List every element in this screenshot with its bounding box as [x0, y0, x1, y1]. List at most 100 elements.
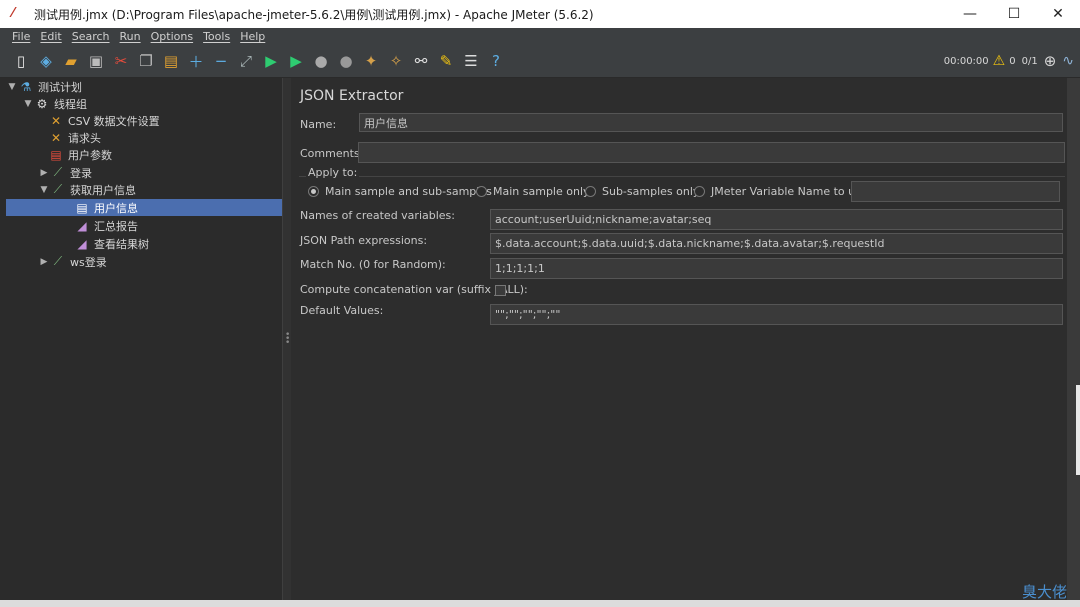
panel-title: JSON Extractor	[300, 88, 404, 104]
menu-help[interactable]: Help	[240, 30, 265, 43]
radio-unselected-icon[interactable]	[585, 186, 596, 197]
match-no-field[interactable]: 1;1;1;1;1	[490, 258, 1063, 279]
tree-node-label: 线程组	[54, 97, 87, 111]
default-values-field[interactable]: "";"";"";"";""	[490, 304, 1063, 325]
shutdown-icon[interactable]: ●	[335, 50, 357, 72]
chart-icon: ◢	[77, 218, 87, 233]
tree-node-label: 测试计划	[38, 80, 82, 94]
start-no-pauses-icon[interactable]: ▶	[285, 50, 307, 72]
menu-tools[interactable]: Tools	[203, 30, 230, 43]
tree-node-summary-report[interactable]: ◢ 汇总报告	[6, 217, 282, 234]
collapse-icon[interactable]: −	[210, 50, 232, 72]
clear-icon[interactable]: ✦	[360, 50, 382, 72]
flask-icon: ⚗	[20, 79, 32, 94]
tree-node-label: 查看结果树	[94, 237, 149, 251]
tree-node-label: 用户参数	[68, 148, 112, 162]
wrench-icon: ✕	[50, 113, 62, 128]
expand-caret-icon[interactable]: ▼	[22, 99, 34, 109]
watermark-text: 臭大佬	[1022, 583, 1068, 601]
extractor-document-icon: ▤	[76, 200, 88, 215]
window-controls: — ☐ ✕	[948, 0, 1080, 28]
right-edge-highlight	[1076, 385, 1080, 475]
tree-node-login[interactable]: ▶ ⟋ 登录	[6, 164, 282, 181]
new-icon[interactable]: ▯	[10, 50, 32, 72]
window-title: 测试用例.jmx (D:\Program Files\apache-jmeter…	[34, 7, 594, 22]
expand-icon[interactable]: ＋	[185, 50, 207, 72]
radio-unselected-icon[interactable]	[476, 186, 487, 197]
menu-options[interactable]: Options	[151, 30, 193, 43]
radio-jmeter-variable[interactable]: JMeter Variable Name to use	[694, 185, 868, 198]
radio-sub-only[interactable]: Sub-samples only	[585, 185, 699, 198]
collapse-caret-icon[interactable]: ▶	[38, 257, 50, 267]
title-bar: ⁄ 测试用例.jmx (D:\Program Files\apache-jmet…	[0, 0, 1080, 28]
save-icon[interactable]: ▣	[85, 50, 107, 72]
tree-node-get-user-info[interactable]: ▼ ⟋ 获取用户信息	[6, 181, 282, 198]
expand-caret-icon[interactable]: ▼	[38, 185, 50, 195]
tree-node-label: 用户信息	[94, 201, 138, 215]
templates-icon[interactable]: ◈	[35, 50, 57, 72]
drag-handle-icon[interactable]: • • •	[285, 331, 290, 348]
minimize-button[interactable]: —	[948, 0, 992, 28]
menu-search[interactable]: Search	[72, 30, 110, 43]
cut-icon[interactable]: ✂	[110, 50, 132, 72]
close-button[interactable]: ✕	[1036, 0, 1080, 28]
apply-to-label: Apply to:	[306, 166, 360, 179]
menu-edit[interactable]: Edit	[40, 30, 61, 43]
reset-search-icon[interactable]: ✎	[435, 50, 457, 72]
test-plan-tree: ▼ ⚗ 测试计划 ▼ ⚙ 线程组 ✕ CSV 数据文件设置 ✕ 请求头 ▤ 用户…	[6, 78, 282, 600]
warning-count: 0	[1009, 55, 1016, 67]
function-helper-icon[interactable]: ☰	[460, 50, 482, 72]
tree-node-label: 汇总报告	[94, 219, 138, 233]
log-icon[interactable]: ∿	[1062, 53, 1074, 69]
radio-main-only[interactable]: Main sample only	[476, 185, 590, 198]
copy-icon[interactable]: ❐	[135, 50, 157, 72]
tree-node-user-params[interactable]: ▤ 用户参数	[6, 146, 282, 163]
jmeter-variable-field[interactable]	[851, 181, 1060, 202]
menu-bar: File Edit Search Run Options Tools Help	[0, 28, 1080, 45]
jmeter-feather-icon: ⁄	[12, 6, 15, 21]
tree-node-label: CSV 数据文件设置	[68, 114, 160, 128]
match-no-label: Match No. (0 for Random):	[300, 258, 446, 271]
elapsed-timer: 00:00:00	[943, 55, 989, 67]
tree-node-result-tree[interactable]: ◢ 查看结果树	[6, 235, 282, 252]
maximize-button[interactable]: ☐	[992, 0, 1036, 28]
toolbar: ▯ ◈ ▰ ▣ ✂ ❐ ▤ ＋ − ⤢ ▶ ▶ ● ● ✦ ✧ ⚯ ✎ ☰ ? …	[0, 45, 1080, 78]
radio-label: Main sample only	[493, 185, 590, 198]
pipette-icon: ⟋	[53, 165, 63, 179]
json-path-field[interactable]: $.data.account;$.data.uuid;$.data.nickna…	[490, 233, 1063, 254]
tree-node-csv[interactable]: ✕ CSV 数据文件设置	[6, 112, 282, 129]
tree-node-thread-group[interactable]: ▼ ⚙ 线程组	[6, 95, 282, 112]
tree-node-label: ws登录	[70, 255, 107, 269]
toggle-icon[interactable]: ⤢	[235, 50, 257, 72]
start-icon[interactable]: ▶	[260, 50, 282, 72]
gear-icon: ⚙	[36, 96, 48, 111]
tree-node-ws-login[interactable]: ▶ ⟋ ws登录	[6, 253, 282, 270]
radio-selected-icon[interactable]	[308, 186, 319, 197]
collapse-caret-icon[interactable]: ▶	[38, 168, 50, 178]
search-icon[interactable]: ⚯	[410, 50, 432, 72]
clear-all-icon[interactable]: ✧	[385, 50, 407, 72]
concat-checkbox[interactable]	[495, 285, 506, 296]
var-names-field[interactable]: account;userUuid;nickname;avatar;seq	[490, 209, 1063, 230]
remote-globe-icon[interactable]: ⊕	[1044, 52, 1057, 70]
help-icon[interactable]: ?	[485, 50, 507, 72]
menu-file[interactable]: File	[12, 30, 30, 43]
paste-icon[interactable]: ▤	[160, 50, 182, 72]
radio-unselected-icon[interactable]	[694, 186, 705, 197]
radio-main-and-sub[interactable]: Main sample and sub-samples	[308, 185, 492, 198]
menu-run[interactable]: Run	[120, 30, 141, 43]
status-area: 00:00:00 ⚠ 0 0/1 ⊕ ∿	[944, 45, 1080, 77]
tree-node-header[interactable]: ✕ 请求头	[6, 129, 282, 146]
name-field[interactable]: 用户信息	[359, 113, 1063, 132]
comments-field[interactable]	[358, 142, 1065, 163]
json-extractor-panel: JSON Extractor Name: 用户信息 Comments: Appl…	[291, 78, 1067, 600]
open-icon[interactable]: ▰	[60, 50, 82, 72]
tree-node-test-plan[interactable]: ▼ ⚗ 测试计划	[6, 78, 282, 95]
radio-label: JMeter Variable Name to use	[711, 185, 868, 198]
expand-caret-icon[interactable]: ▼	[6, 82, 18, 92]
warning-icon[interactable]: ⚠	[993, 53, 1006, 69]
stop-icon[interactable]: ●	[310, 50, 332, 72]
chart-icon: ◢	[77, 236, 87, 251]
tree-node-user-info-extractor[interactable]: ▤ 用户信息	[6, 199, 282, 216]
var-names-label: Names of created variables:	[300, 209, 455, 222]
